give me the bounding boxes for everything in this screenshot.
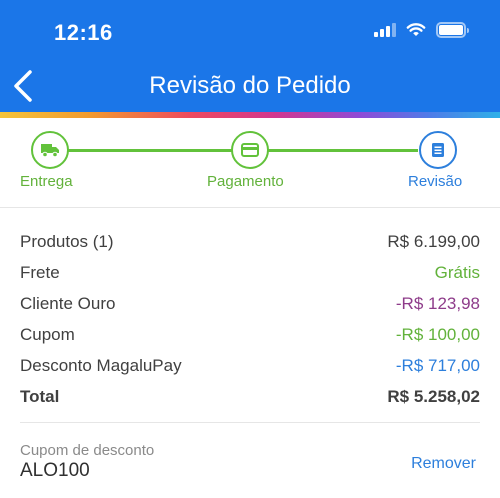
total-label: Total bbox=[20, 386, 60, 406]
section-divider bbox=[20, 422, 480, 423]
wifi-icon bbox=[406, 23, 426, 36]
step-label-pagamento: Pagamento bbox=[207, 173, 284, 190]
summary-label: Frete bbox=[20, 262, 60, 282]
summary-row-magalupay: Desconto MagaluPay -R$ 717,00 bbox=[20, 350, 480, 381]
page-title: Revisão do Pedido bbox=[149, 72, 351, 99]
cellular-signal-icon bbox=[374, 23, 396, 37]
document-icon bbox=[432, 143, 444, 157]
summary-label: Cupom bbox=[20, 324, 75, 344]
summary-value: -R$ 123,98 bbox=[395, 293, 480, 313]
battery-icon bbox=[436, 22, 469, 38]
step-connector bbox=[268, 149, 418, 152]
status-icons bbox=[374, 22, 469, 38]
summary-row-total: Total R$ 5.258,02 bbox=[20, 381, 480, 412]
step-label-revisao: Revisão bbox=[408, 173, 463, 190]
summary-label: Cliente Ouro bbox=[20, 293, 116, 313]
section-divider bbox=[0, 207, 500, 208]
summary-value: R$ 6.199,00 bbox=[387, 231, 480, 251]
app-header: 12:16 Revisão do Pedido bbox=[0, 0, 500, 112]
step-revisao[interactable] bbox=[419, 131, 457, 169]
step-entrega[interactable] bbox=[31, 131, 69, 169]
step-label-entrega: Entrega bbox=[20, 173, 73, 190]
summary-row-produtos: Produtos (1) R$ 6.199,00 bbox=[20, 226, 480, 257]
credit-card-icon bbox=[241, 143, 259, 157]
step-pagamento[interactable] bbox=[231, 131, 269, 169]
summary-row-frete: Frete Grátis bbox=[20, 257, 480, 288]
summary-value: -R$ 100,00 bbox=[395, 324, 480, 344]
total-value: R$ 5.258,02 bbox=[387, 386, 480, 406]
remove-coupon-button[interactable]: Remover bbox=[411, 455, 476, 473]
summary-label: Produtos (1) bbox=[20, 231, 114, 251]
coupon-section: Cupom de desconto ALO100 Remover bbox=[20, 442, 480, 492]
summary-value: -R$ 717,00 bbox=[395, 355, 480, 375]
status-time: 12:16 bbox=[54, 20, 113, 45]
truck-icon bbox=[41, 144, 59, 158]
order-summary: Produtos (1) R$ 6.199,00 Frete Grátis Cl… bbox=[20, 226, 480, 412]
step-connector bbox=[68, 149, 232, 152]
summary-row-cliente-ouro: Cliente Ouro -R$ 123,98 bbox=[20, 288, 480, 319]
checkout-stepper: Entrega Pagamento Revisão bbox=[0, 118, 500, 208]
summary-value: Grátis bbox=[434, 262, 480, 282]
summary-row-cupom: Cupom -R$ 100,00 bbox=[20, 319, 480, 350]
summary-label: Desconto MagaluPay bbox=[20, 355, 182, 375]
